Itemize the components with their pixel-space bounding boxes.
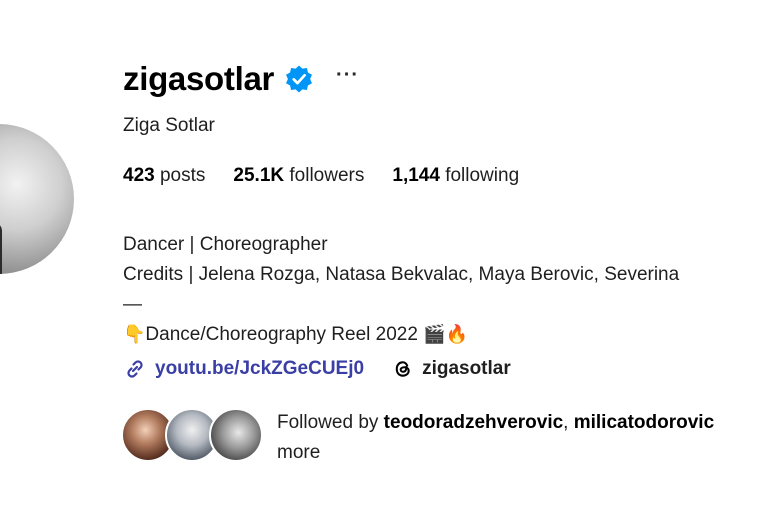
external-link[interactable]: youtu.be/JckZGeCUEj0 bbox=[123, 357, 364, 381]
avatar-figure bbox=[0, 222, 2, 274]
bio-line-role: Dancer | Choreographer bbox=[123, 234, 328, 255]
followed-by-more[interactable]: more bbox=[277, 442, 320, 463]
reel-text: Dance/Choreography Reel 2022 bbox=[145, 324, 424, 345]
mutual-follower-link[interactable]: teodoradzehverovic bbox=[384, 412, 564, 433]
following-count: 1,144 bbox=[392, 165, 440, 186]
external-link-text: youtu.be/JckZGeCUEj0 bbox=[155, 358, 365, 379]
username-row: zigasotlar ··· bbox=[123, 56, 359, 102]
bio-line-credits: Credits | Jelena Rozga, Natasa Bekvalac,… bbox=[123, 264, 680, 285]
posts-stat[interactable]: 423 posts bbox=[123, 165, 205, 187]
threads-link[interactable]: zigasotlar bbox=[392, 358, 511, 380]
followed-by-section: Followed by teodoradzehverovic, milicato… bbox=[121, 408, 765, 468]
bio-line-reel: 👇Dance/Choreography Reel 2022 🎬🔥 bbox=[123, 320, 765, 350]
followers-label: followers bbox=[289, 165, 365, 186]
posts-count: 423 bbox=[123, 165, 155, 186]
mutual-followers-avatars bbox=[121, 408, 263, 468]
verified-badge-icon bbox=[284, 64, 314, 94]
posts-label: posts bbox=[159, 165, 206, 186]
profile-stats: 423 posts 25.1K followers 1,144 followin… bbox=[123, 165, 547, 187]
following-label: following bbox=[445, 165, 520, 186]
mutual-follower-link[interactable]: milicatodorovic bbox=[574, 412, 714, 433]
followers-stat[interactable]: 25.1K followers bbox=[233, 165, 364, 187]
profile-page: zigasotlar ··· Ziga Sotlar 423 posts 25.… bbox=[0, 0, 765, 510]
pointing-down-emoji: 👇 bbox=[123, 324, 146, 345]
followed-by-text: Followed by teodoradzehverovic, milicato… bbox=[277, 408, 765, 468]
more-options-icon[interactable]: ··· bbox=[336, 65, 359, 85]
full-name: Ziga Sotlar bbox=[123, 115, 215, 136]
mutual-follower-avatar[interactable] bbox=[209, 408, 263, 462]
profile-links: youtu.be/JckZGeCUEj0 zigasotlar bbox=[123, 357, 511, 381]
bio-line-separator: — bbox=[123, 294, 142, 315]
threads-icon bbox=[392, 358, 414, 380]
bio: Dancer | Choreographer Credits | Jelena … bbox=[123, 230, 765, 350]
profile-avatar[interactable] bbox=[0, 124, 74, 274]
username: zigasotlar bbox=[123, 60, 275, 97]
followed-by-prefix: Followed by bbox=[277, 412, 384, 433]
followers-count: 25.1K bbox=[233, 165, 285, 186]
threads-handle: zigasotlar bbox=[422, 358, 511, 379]
clapper-fire-emoji: 🎬🔥 bbox=[423, 324, 469, 345]
following-stat[interactable]: 1,144 following bbox=[392, 165, 519, 187]
followed-by-separator: , bbox=[563, 412, 574, 433]
link-icon bbox=[123, 357, 147, 381]
